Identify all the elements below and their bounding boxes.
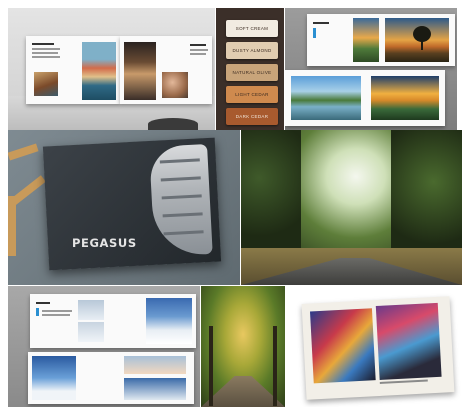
photo-sunrise-hills xyxy=(371,76,439,120)
book-right-page xyxy=(120,36,212,104)
photo-winter-tree xyxy=(32,356,76,400)
photo-frozen-lake xyxy=(124,378,186,400)
swatch-dark-cedar: DARK CEDAR xyxy=(226,108,278,125)
photo-graffiti-right xyxy=(375,302,442,380)
autumn-avenue-tile xyxy=(201,286,285,407)
graffiti-photobook-tile xyxy=(286,286,462,407)
landscape-photobook-tile xyxy=(285,8,457,130)
photo-snowy-pines xyxy=(146,298,192,344)
pegasus-title: PEGASUS xyxy=(72,236,137,250)
photo-snow-1 xyxy=(78,300,104,320)
paper-swatches-tile: SOFT CREAM DUSTY ALMOND NATURAL OLIVE LI… xyxy=(216,8,284,130)
swatch-dusty-almond: DUSTY ALMOND xyxy=(226,42,278,59)
photo-colorful-houses xyxy=(34,72,58,96)
photo-sunset-field xyxy=(353,18,379,62)
photo-canal-town xyxy=(82,42,116,100)
forest-road-tile xyxy=(241,130,462,285)
photo-mountain-lake xyxy=(291,76,361,120)
photo-graffiti-left xyxy=(309,308,376,384)
accent-bar xyxy=(313,28,316,38)
book-left-page xyxy=(26,36,120,104)
architecture-photo xyxy=(149,143,213,257)
winter-photobook-tile xyxy=(8,286,200,407)
photo-snow-2 xyxy=(78,322,104,342)
travel-photobook-tile xyxy=(8,8,215,130)
book-upper-spread xyxy=(30,294,196,348)
open-book xyxy=(301,296,455,400)
swatch-natural-olive: NATURAL OLIVE xyxy=(226,64,278,81)
tree-trunk-left xyxy=(209,326,213,406)
tree-trunk-right xyxy=(273,326,277,406)
swatch-light-cedar: LIGHT CEDAR xyxy=(226,86,278,103)
pegasus-book-tile: PEGASUS xyxy=(8,130,240,285)
photo-archway xyxy=(124,42,156,100)
book-lower-spread xyxy=(28,352,194,404)
photo-tree-sunset xyxy=(385,18,449,62)
photo-winter-sky xyxy=(124,356,186,374)
right-trees xyxy=(391,130,462,260)
wooden-ruler xyxy=(8,143,39,161)
photo-market xyxy=(162,72,188,98)
book-lower-spread xyxy=(285,70,445,126)
left-trees xyxy=(241,130,301,250)
swatch-soft-cream: SOFT CREAM xyxy=(226,20,278,37)
pegasus-book-cover xyxy=(42,137,222,271)
book-upper-spread xyxy=(307,14,455,66)
dark-object xyxy=(148,118,198,130)
